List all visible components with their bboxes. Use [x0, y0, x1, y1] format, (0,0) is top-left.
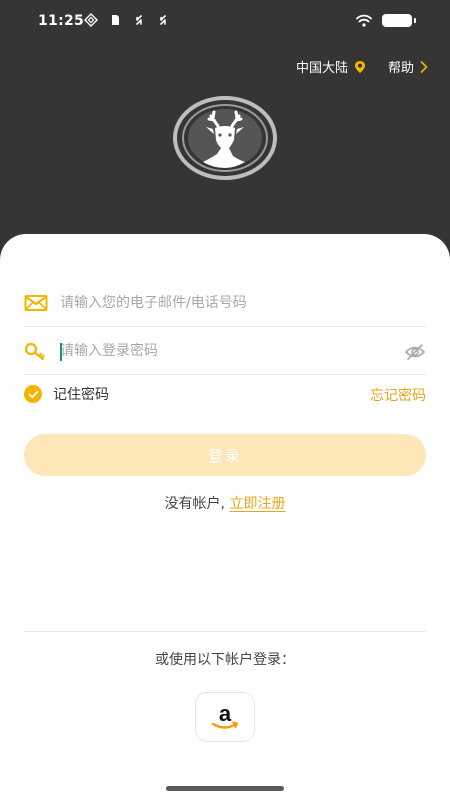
status-icons-left [84, 13, 170, 27]
password-input[interactable] [60, 337, 390, 365]
text-caret [60, 343, 62, 361]
sync-icon [160, 15, 166, 25]
register-prompt: 没有帐户, [164, 496, 230, 512]
status-time: 11:25 [38, 13, 85, 29]
status-icons-right [356, 14, 416, 27]
email-input[interactable] [60, 289, 390, 317]
deer-logo-icon [173, 96, 277, 180]
key-icon [24, 342, 45, 361]
email-field [24, 281, 426, 327]
remember-password-checkbox[interactable]: 记住密码 [24, 384, 109, 404]
region-selector[interactable]: 中国大陆 [296, 57, 367, 76]
password-field [24, 329, 426, 375]
region-label: 中国大陆 [296, 61, 349, 76]
eye-slash-icon[interactable] [404, 342, 426, 362]
register-row: 没有帐户, 立即注册 [0, 493, 450, 513]
alternative-login-label: 或使用以下帐户登录： [155, 652, 295, 668]
help-link[interactable]: 帮助 [388, 57, 428, 76]
battery-icon [382, 14, 416, 27]
sim-icon [112, 15, 119, 25]
amazon-icon: a [211, 702, 238, 729]
help-label: 帮助 [388, 61, 415, 76]
chevron-right-icon [420, 60, 428, 73]
login-button[interactable]: 登录 [24, 434, 426, 476]
amazon-login-button[interactable]: a [195, 692, 255, 742]
check-icon [24, 385, 42, 403]
wifi-icon [356, 14, 372, 27]
status-bar: 11:25 [0, 0, 450, 44]
sync-icon [136, 15, 142, 25]
envelope-icon [24, 295, 48, 311]
svg-text:a: a [219, 702, 232, 726]
location-pin-icon [355, 60, 366, 73]
register-link[interactable]: 立即注册 [229, 496, 285, 512]
nfc-icon [84, 13, 98, 27]
forgot-password-link[interactable]: 忘记密码 [370, 385, 426, 405]
remember-label: 记住密码 [53, 387, 109, 403]
divider [24, 631, 426, 632]
home-indicator [166, 786, 284, 791]
